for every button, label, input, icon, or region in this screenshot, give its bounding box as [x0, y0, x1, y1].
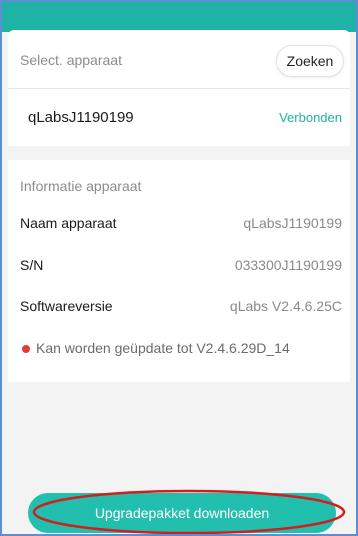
device-select-card: Select. apparaat Zoeken qLabsJ1190199 Ve… [8, 30, 350, 146]
update-notice-row: Kan worden geüpdate tot V2.4.6.29D_14 [20, 340, 342, 360]
app-screen: Select. apparaat Zoeken qLabsJ1190199 Ve… [0, 0, 358, 536]
connected-device-row[interactable]: qLabsJ1190199 Verbonden [8, 89, 350, 145]
info-row-serial: S/N 033300J1190199 [20, 257, 342, 277]
search-button[interactable]: Zoeken [276, 45, 344, 77]
info-row-software-version: Softwareversie qLabs V2.4.6.25C [20, 298, 342, 318]
update-notice: Kan worden geüpdate tot V2.4.6.29D_14 [36, 340, 290, 356]
info-value: qLabsJ1190199 [243, 215, 342, 231]
info-key: S/N [20, 257, 44, 273]
select-device-row: Select. apparaat Zoeken [8, 30, 350, 88]
select-device-label: Select. apparaat [20, 52, 122, 68]
info-value: 033300J1190199 [234, 257, 342, 273]
device-info-card: Informatie apparaat Naam apparaat qLabsJ… [8, 160, 350, 382]
red-dot-icon [22, 345, 30, 353]
info-key: Naam apparaat [20, 215, 117, 231]
info-value: qLabs V2.4.6.25C [229, 298, 342, 314]
download-upgrade-button[interactable]: Upgradepakket downloaden [28, 493, 336, 533]
info-header: Informatie apparaat [20, 178, 142, 194]
connected-device-name: qLabsJ1190199 [28, 109, 134, 126]
info-row-device-name: Naam apparaat qLabsJ1190199 [20, 215, 342, 235]
connection-status: Verbonden [279, 110, 342, 125]
top-bar [2, 2, 356, 32]
info-key: Softwareversie [20, 298, 113, 314]
